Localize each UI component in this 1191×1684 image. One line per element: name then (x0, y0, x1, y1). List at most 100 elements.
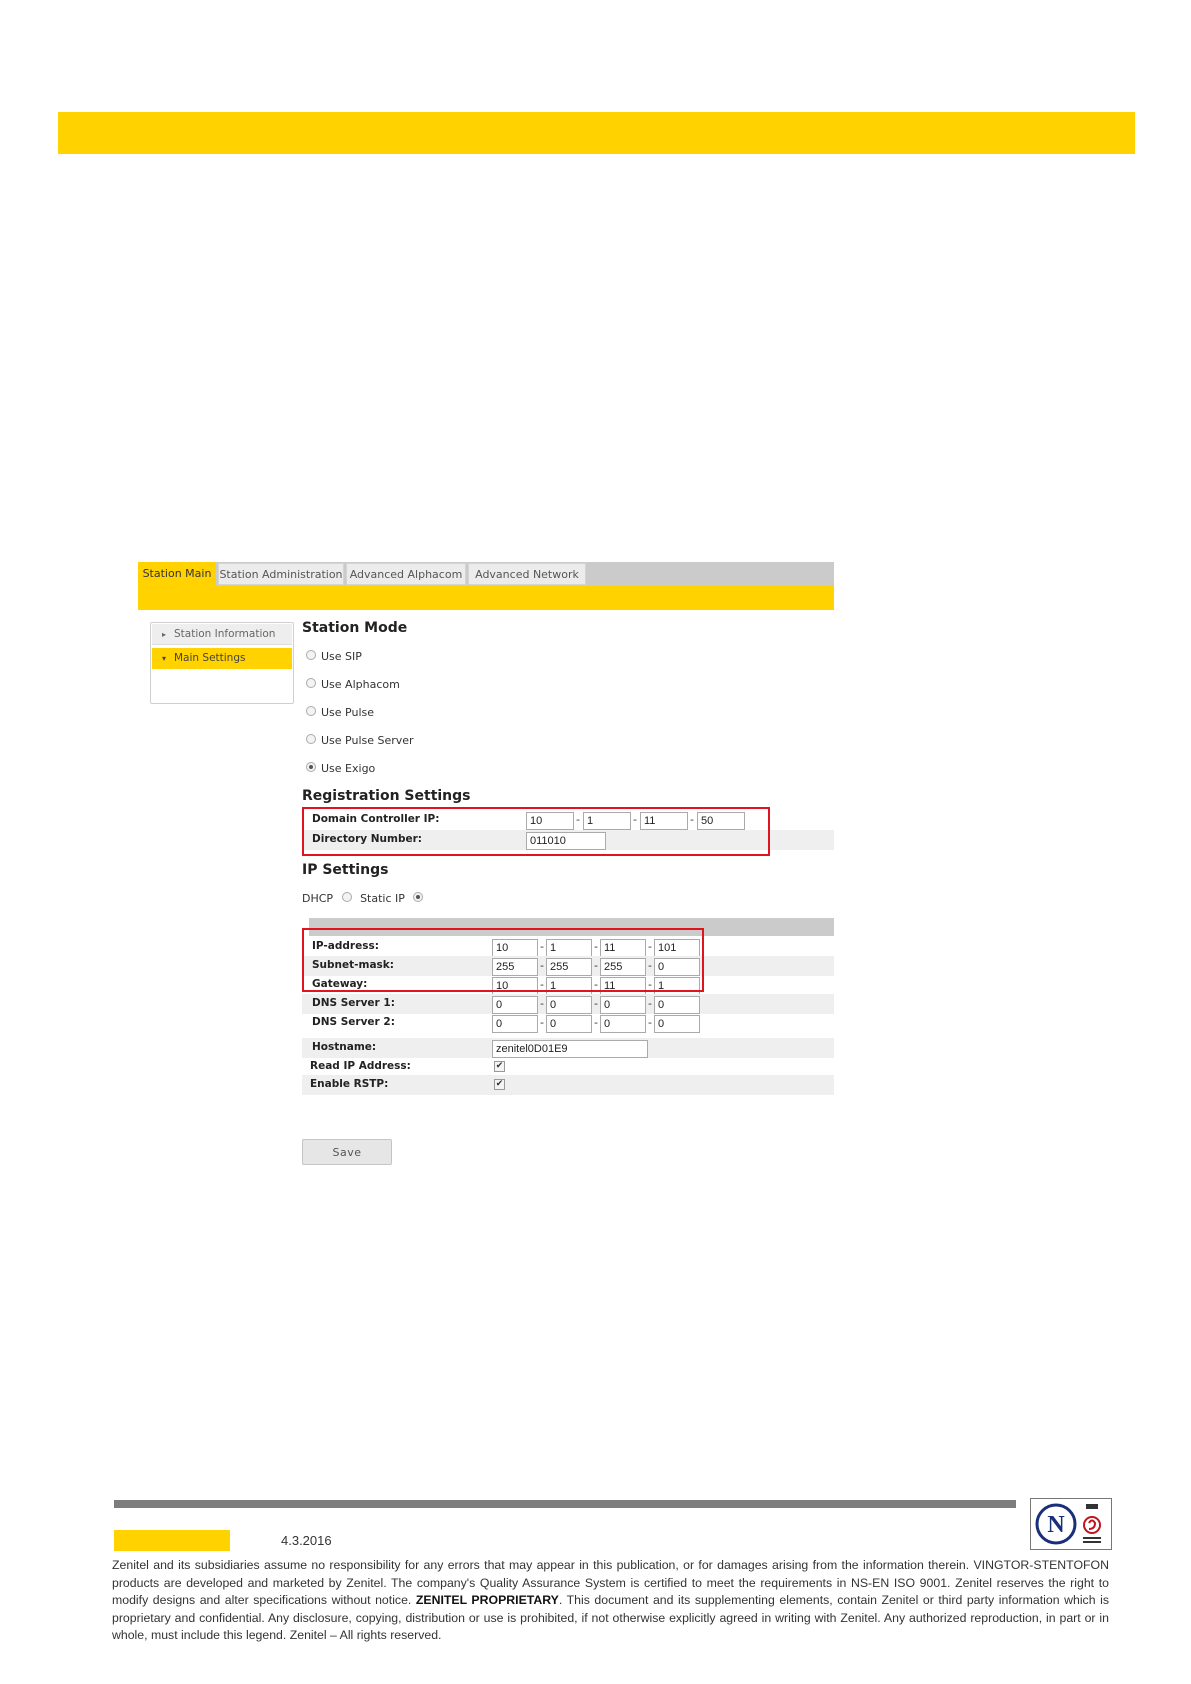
radio-use-alphacom[interactable]: Use Alphacom (306, 678, 400, 692)
radio-use-pulse[interactable]: Use Pulse (306, 706, 374, 720)
certification-logo-icon: N (1035, 1503, 1101, 1545)
ip-octet-input[interactable] (546, 939, 592, 957)
header-band (58, 112, 1135, 154)
ip-octet-input[interactable] (654, 958, 700, 976)
ip-table-header (309, 918, 834, 936)
ip-octet-input[interactable] (546, 977, 592, 995)
ip-row: DNS Server 2: - - - (302, 1013, 834, 1033)
radio-button-checked[interactable] (306, 762, 316, 772)
radio-label: Use SIP (321, 650, 362, 663)
radio-button[interactable] (306, 706, 316, 716)
footer-legal-text: Zenitel and its subsidiaries assume no r… (112, 1557, 1109, 1645)
tab-advanced-alphacom[interactable]: Advanced Alphacom (346, 563, 466, 585)
separator: - (648, 978, 652, 991)
sidebar-item-station-information[interactable]: ▸ Station Information (152, 624, 292, 645)
separator: - (648, 997, 652, 1010)
radio-use-exigo[interactable]: Use Exigo (306, 762, 375, 776)
ip-mode-selector: DHCP Static IP (302, 892, 428, 905)
ip-octet-input[interactable] (492, 996, 538, 1014)
domain-controller-row: Domain Controller IP: - - - (302, 810, 834, 830)
separator: - (540, 1016, 544, 1029)
ip-octet-input[interactable] (600, 977, 646, 995)
ip-octet-input[interactable] (546, 1015, 592, 1033)
ip-octet-input[interactable] (654, 1015, 700, 1033)
read-ip-label: Read IP Address: (310, 1060, 411, 1072)
radio-label: Use Alphacom (321, 678, 400, 691)
separator: - (633, 813, 637, 826)
radio-use-sip[interactable]: Use SIP (306, 650, 362, 664)
radio-static-ip[interactable] (413, 892, 424, 902)
tab-content-strip (138, 586, 834, 610)
ip-octet-input[interactable] (492, 1015, 538, 1033)
tab-station-main[interactable]: Station Main (138, 562, 216, 586)
ip-row-label: DNS Server 1: (312, 997, 395, 1009)
ip-row-label: Subnet-mask: (312, 959, 394, 971)
ip-octet-input[interactable] (600, 939, 646, 957)
zenitel-certification-logo: N (1030, 1498, 1112, 1550)
ip-row-label: Gateway: (312, 978, 368, 990)
ip-row-label: DNS Server 2: (312, 1016, 395, 1028)
separator: - (648, 940, 652, 953)
static-ip-label: Static IP (360, 892, 405, 905)
ip-octet-input[interactable] (654, 977, 700, 995)
hostname-input[interactable] (492, 1040, 648, 1058)
separator: - (648, 1016, 652, 1029)
save-button[interactable]: Save (302, 1139, 392, 1165)
separator: - (540, 959, 544, 972)
enable-rstp-checkbox[interactable]: ✔ (494, 1079, 505, 1090)
ip-octet-input[interactable] (492, 977, 538, 995)
ip-octet-input[interactable] (600, 1015, 646, 1033)
footer-divider (114, 1500, 1016, 1508)
ip-octet-input[interactable] (600, 958, 646, 976)
enable-rstp-label: Enable RSTP: (310, 1078, 389, 1090)
tab-advanced-network[interactable]: Advanced Network (468, 563, 586, 585)
radio-button[interactable] (306, 678, 316, 688)
ip-octet-input[interactable] (546, 996, 592, 1014)
radio-dhcp[interactable] (341, 892, 352, 902)
read-ip-row: Read IP Address: ✔ (302, 1057, 834, 1077)
separator: - (648, 959, 652, 972)
tab-station-administration[interactable]: Station Administration (218, 563, 344, 585)
ip-octet-input[interactable] (654, 939, 700, 957)
hostname-row: Hostname: (302, 1038, 834, 1058)
radio-label: Use Exigo (321, 762, 376, 775)
enable-rstp-row: Enable RSTP: ✔ (302, 1075, 834, 1095)
radio-label: Use Pulse Server (321, 734, 414, 747)
ip-octet-input[interactable] (492, 958, 538, 976)
separator: - (540, 997, 544, 1010)
sidebar: ▸ Station Information ▾ Main Settings (150, 622, 294, 704)
directory-number-input[interactable] (526, 832, 606, 850)
hostname-label: Hostname: (312, 1041, 377, 1053)
separator: - (540, 978, 544, 991)
domain-controller-label: Domain Controller IP: (312, 813, 440, 825)
legal-proprietary: ZENITEL PROPRIETARY (415, 1593, 559, 1608)
tab-bar: Station Main Station Administration Adva… (138, 562, 834, 586)
registration-settings-heading: Registration Settings (302, 788, 471, 804)
ip-row: IP-address: - - - (302, 937, 834, 957)
radio-use-pulse-server[interactable]: Use Pulse Server (306, 734, 414, 748)
read-ip-checkbox[interactable]: ✔ (494, 1061, 505, 1072)
ip-row: DNS Server 1: - - - (302, 994, 834, 1014)
chevron-down-icon: ▾ (162, 654, 167, 663)
ip-octet-input[interactable] (600, 996, 646, 1014)
directory-number-row: Directory Number: (302, 830, 834, 850)
ip-settings-heading: IP Settings (302, 862, 389, 878)
domain-controller-octet-2[interactable] (583, 812, 631, 830)
ip-octet-input[interactable] (492, 939, 538, 957)
sidebar-item-label: Main Settings (174, 652, 246, 664)
ip-octet-input[interactable] (546, 958, 592, 976)
domain-controller-octet-4[interactable] (697, 812, 745, 830)
footer-accent (114, 1530, 230, 1551)
footer-date: 4.3.2016 (281, 1533, 332, 1548)
ip-row: Subnet-mask: - - - (302, 956, 834, 976)
ip-octet-input[interactable] (654, 996, 700, 1014)
separator: - (594, 978, 598, 991)
separator: - (594, 940, 598, 953)
directory-number-label: Directory Number: (312, 833, 422, 845)
domain-controller-octet-1[interactable] (526, 812, 574, 830)
radio-button[interactable] (306, 650, 316, 660)
ip-row-label: IP-address: (312, 940, 379, 952)
domain-controller-octet-3[interactable] (640, 812, 688, 830)
sidebar-item-main-settings[interactable]: ▾ Main Settings (152, 648, 292, 669)
radio-button[interactable] (306, 734, 316, 744)
